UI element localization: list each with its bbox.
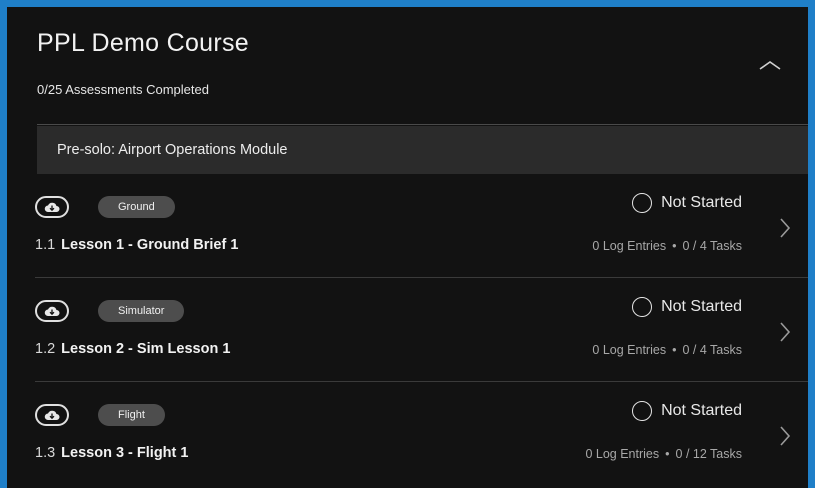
log-entries-count: 0 Log Entries — [592, 239, 667, 253]
empty-circle-icon — [632, 297, 653, 317]
lesson-row[interactable]: Ground 1.1 Lesson 1 - Ground Brief 1 Not … — [35, 174, 808, 278]
lesson-stats: 0 Log Entries • 0 / 4 Tasks — [592, 343, 742, 357]
lesson-number: 1.2 — [35, 341, 56, 357]
module-title: Pre-solo: Airport Operations Module — [57, 142, 288, 158]
lesson-heading: 1.1 Lesson 1 - Ground Brief 1 — [35, 237, 238, 253]
module-header[interactable]: Pre-solo: Airport Operations Module — [37, 126, 808, 174]
download-button[interactable] — [35, 404, 69, 426]
status-label: Not Started — [661, 194, 742, 211]
cloud-download-icon — [44, 306, 60, 316]
chevron-up-icon — [759, 61, 781, 70]
course-panel: PPL Demo Course 0/25 Assessments Complet… — [7, 7, 808, 488]
course-header: PPL Demo Course 0/25 Assessments Complet… — [7, 7, 808, 125]
lesson-type-badge: Ground — [98, 196, 175, 218]
lesson-heading: 1.3 Lesson 3 - Flight 1 — [35, 445, 188, 461]
cloud-download-icon — [44, 202, 60, 212]
separator-dot: • — [672, 343, 677, 357]
chevron-right-icon[interactable] — [778, 424, 792, 448]
empty-circle-icon — [632, 193, 653, 213]
lesson-title: Lesson 3 - Flight 1 — [61, 445, 189, 461]
empty-circle-icon — [632, 401, 653, 421]
lesson-row[interactable]: Flight 1.3 Lesson 3 - Flight 1 Not Starte… — [35, 382, 808, 485]
collapse-course-button[interactable] — [750, 45, 790, 85]
course-title: PPL Demo Course — [37, 29, 249, 57]
lesson-status: Not Started — [632, 193, 742, 213]
lesson-stats: 0 Log Entries • 0 / 4 Tasks — [592, 239, 742, 253]
lesson-stats: 0 Log Entries • 0 / 12 Tasks — [585, 447, 742, 461]
lesson-status: Not Started — [632, 401, 742, 421]
lesson-title: Lesson 1 - Ground Brief 1 — [61, 237, 239, 253]
lesson-type-badge: Flight — [98, 404, 165, 426]
chevron-right-icon[interactable] — [778, 216, 792, 240]
lesson-status: Not Started — [632, 297, 742, 317]
log-entries-count: 0 Log Entries — [592, 343, 667, 357]
lesson-row[interactable]: Simulator 1.2 Lesson 2 - Sim Lesson 1 Not… — [35, 278, 808, 382]
status-label: Not Started — [661, 298, 742, 315]
lesson-title: Lesson 2 - Sim Lesson 1 — [61, 341, 231, 357]
assessments-progress: 0/25 Assessments Completed — [37, 82, 209, 97]
chevron-right-icon[interactable] — [778, 320, 792, 344]
tasks-count: 0 / 12 Tasks — [675, 447, 742, 461]
download-button[interactable] — [35, 300, 69, 322]
download-button[interactable] — [35, 196, 69, 218]
status-label: Not Started — [661, 402, 742, 419]
cloud-download-icon — [44, 410, 60, 420]
lesson-number: 1.1 — [35, 237, 56, 253]
lesson-heading: 1.2 Lesson 2 - Sim Lesson 1 — [35, 341, 230, 357]
separator-dot: • — [672, 239, 677, 253]
divider — [37, 124, 808, 125]
lesson-type-badge: Simulator — [98, 300, 185, 322]
separator-dot: • — [665, 447, 670, 461]
tasks-count: 0 / 4 Tasks — [682, 239, 742, 253]
tasks-count: 0 / 4 Tasks — [682, 343, 742, 357]
lesson-number: 1.3 — [35, 445, 56, 461]
lesson-list: Ground 1.1 Lesson 1 - Ground Brief 1 Not … — [7, 174, 808, 485]
log-entries-count: 0 Log Entries — [585, 447, 660, 461]
